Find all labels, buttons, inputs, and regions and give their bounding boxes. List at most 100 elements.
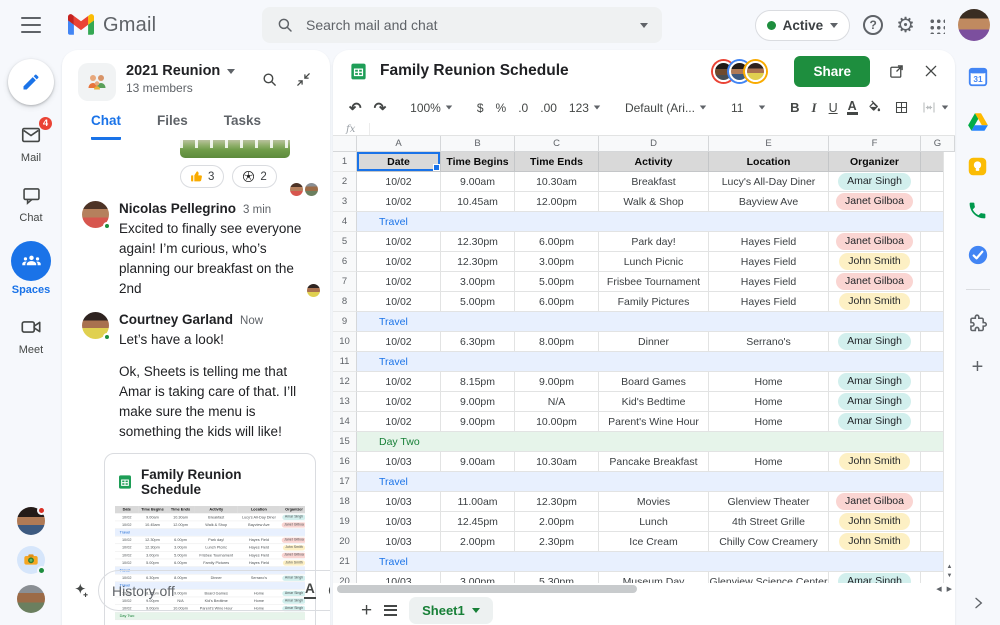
organizer-cell[interactable]: Janet Gilboa bbox=[829, 492, 921, 512]
organizer-cell[interactable]: John Smith bbox=[829, 252, 921, 272]
cell[interactable]: 6.30pm bbox=[441, 332, 515, 352]
cell[interactable]: Walk & Shop bbox=[599, 192, 709, 212]
selected-cell-a1[interactable]: Date bbox=[357, 152, 441, 172]
column-header-b[interactable]: B bbox=[441, 136, 515, 152]
smart-compose-sparkle-icon[interactable] bbox=[72, 581, 91, 600]
cell[interactable]: 2.30pm bbox=[515, 532, 599, 552]
column-header-f[interactable]: F bbox=[829, 136, 921, 152]
cell[interactable]: 10.45am bbox=[441, 192, 515, 212]
cell[interactable]: 10.30am bbox=[515, 172, 599, 192]
cell[interactable]: 5.00pm bbox=[515, 272, 599, 292]
cell[interactable]: Home bbox=[709, 392, 829, 412]
add-icon[interactable]: + bbox=[972, 357, 984, 377]
chat-search-icon[interactable] bbox=[261, 71, 278, 88]
row-number[interactable]: 13 bbox=[333, 392, 357, 412]
row-number[interactable]: 8 bbox=[333, 292, 357, 312]
cell[interactable]: Bayview Ave bbox=[709, 192, 829, 212]
collaborator-avatar[interactable] bbox=[745, 60, 767, 82]
sender-avatar[interactable] bbox=[82, 311, 111, 341]
format-percent-button[interactable]: % bbox=[493, 101, 510, 115]
row-number[interactable]: 6 bbox=[333, 252, 357, 272]
cell[interactable]: 10/02 bbox=[357, 192, 441, 212]
organizer-cell[interactable]: John Smith bbox=[829, 512, 921, 532]
band-row[interactable]: Travel bbox=[357, 552, 955, 572]
zoom-select[interactable]: 100% bbox=[407, 101, 456, 115]
cell[interactable]: Breakfast bbox=[599, 172, 709, 192]
space-menu-caret-icon[interactable] bbox=[227, 68, 236, 74]
cell[interactable]: Time Ends bbox=[515, 152, 599, 172]
cell[interactable]: Museum Day bbox=[599, 572, 709, 583]
cell[interactable]: 9.00pm bbox=[441, 392, 515, 412]
recent-chat-avatar[interactable] bbox=[17, 585, 45, 613]
rail-item-chat[interactable]: Chat bbox=[11, 181, 51, 224]
row-number[interactable]: 19 bbox=[333, 512, 357, 532]
cell[interactable]: Home bbox=[709, 452, 829, 472]
organizer-cell[interactable]: Amar Singh bbox=[829, 392, 921, 412]
cell[interactable]: Hayes Field bbox=[709, 292, 829, 312]
tab-chat[interactable]: Chat bbox=[91, 113, 121, 140]
emoji-icon[interactable] bbox=[327, 582, 330, 599]
cell[interactable]: 10/03 bbox=[357, 572, 441, 583]
row-number[interactable]: 18 bbox=[333, 492, 357, 512]
account-avatar[interactable] bbox=[958, 9, 990, 41]
decrease-decimal-button[interactable]: .0 bbox=[515, 101, 531, 115]
search-options-icon[interactable] bbox=[640, 22, 648, 28]
cell[interactable]: Lunch Picnic bbox=[599, 252, 709, 272]
number-format-button[interactable]: 123 bbox=[566, 101, 604, 115]
cell[interactable]: Hayes Field bbox=[709, 232, 829, 252]
message-input-pill[interactable]: A ⋯ bbox=[98, 570, 330, 611]
reaction-pill[interactable]: 3 bbox=[180, 165, 225, 188]
reaction-pill[interactable]: 2 bbox=[232, 165, 277, 188]
font-select[interactable]: Default (Ari... bbox=[622, 101, 710, 115]
cell[interactable]: 10/02 bbox=[357, 272, 441, 292]
cell[interactable]: 12.45pm bbox=[441, 512, 515, 532]
organizer-cell[interactable]: Amar Singh bbox=[829, 412, 921, 432]
cell[interactable]: Home bbox=[709, 372, 829, 392]
cell[interactable]: 12.30pm bbox=[441, 252, 515, 272]
cell[interactable]: Kid's Bedtime bbox=[599, 392, 709, 412]
status-selector[interactable]: Active bbox=[754, 9, 851, 41]
space-avatar[interactable] bbox=[78, 63, 116, 101]
search-bar[interactable]: Search mail and chat bbox=[262, 7, 662, 43]
row-number[interactable]: 20 bbox=[333, 572, 357, 583]
organizer-cell[interactable]: Amar Singh bbox=[829, 372, 921, 392]
cell[interactable]: Glenview Theater bbox=[709, 492, 829, 512]
horizontal-scrollbar[interactable]: ◀ ▶ bbox=[333, 583, 955, 595]
band-row[interactable]: Travel bbox=[357, 472, 955, 492]
organizer-cell[interactable]: Amar Singh bbox=[829, 172, 921, 192]
cell[interactable]: Parent's Wine Hour bbox=[599, 412, 709, 432]
cell[interactable]: Hayes Field bbox=[709, 252, 829, 272]
font-size-select[interactable]: 11 bbox=[728, 101, 769, 115]
fill-color-icon[interactable] bbox=[864, 100, 885, 115]
redo-icon[interactable]: ↷ bbox=[371, 99, 390, 117]
band-row[interactable]: Day Two bbox=[357, 432, 955, 452]
scroll-left-icon[interactable]: ◀ bbox=[936, 585, 941, 593]
open-in-new-icon[interactable] bbox=[888, 63, 905, 80]
cell[interactable]: 10/02 bbox=[357, 232, 441, 252]
cell[interactable]: 12.00pm bbox=[515, 192, 599, 212]
google-apps-grid-icon[interactable] bbox=[928, 16, 945, 34]
bold-button[interactable]: B bbox=[787, 100, 802, 115]
cell[interactable]: Chilly Cow Creamery bbox=[709, 532, 829, 552]
cell[interactable]: 9.00pm bbox=[441, 412, 515, 432]
organizer-cell[interactable]: Janet Gilboa bbox=[829, 232, 921, 252]
formula-bar[interactable]: fx bbox=[333, 123, 955, 136]
cell[interactable]: Glenview Science Center bbox=[709, 572, 829, 583]
cell[interactable]: Park day! bbox=[599, 232, 709, 252]
row-number[interactable]: 17 bbox=[333, 472, 357, 492]
cell[interactable]: Frisbee Tournament bbox=[599, 272, 709, 292]
recent-chat-avatar[interactable] bbox=[17, 546, 46, 575]
cell[interactable]: 12.30pm bbox=[441, 232, 515, 252]
column-header-c[interactable]: C bbox=[515, 136, 599, 152]
cell[interactable]: 10/03 bbox=[357, 452, 441, 472]
cell[interactable]: Dinner bbox=[599, 332, 709, 352]
row-number[interactable]: 10 bbox=[333, 332, 357, 352]
cell[interactable]: 8.15pm bbox=[441, 372, 515, 392]
add-sheet-icon[interactable]: + bbox=[361, 601, 372, 620]
cell[interactable]: 6.00pm bbox=[515, 232, 599, 252]
cell[interactable]: Board Games bbox=[599, 372, 709, 392]
cell[interactable]: 10/03 bbox=[357, 532, 441, 552]
cell[interactable]: 2.00pm bbox=[515, 512, 599, 532]
cell[interactable]: 4th Street Grille bbox=[709, 512, 829, 532]
borders-icon[interactable] bbox=[891, 100, 912, 115]
